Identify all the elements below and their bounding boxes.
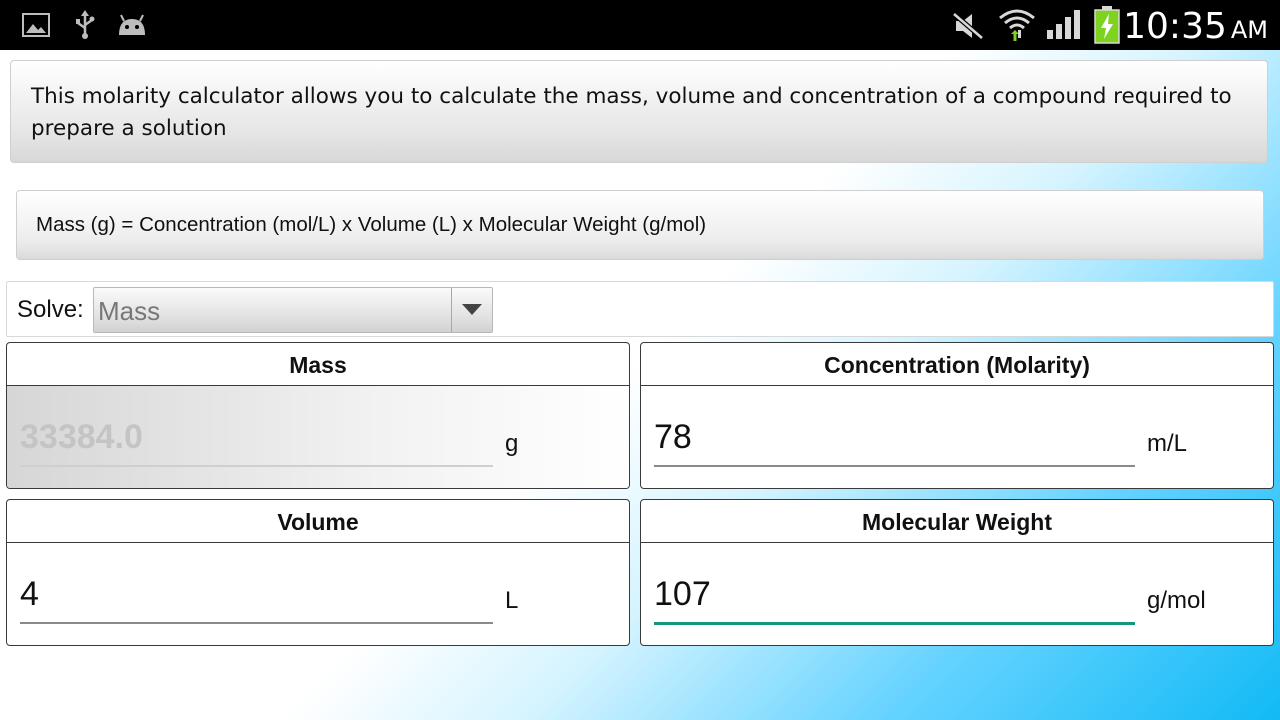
solve-dropdown-value: Mass bbox=[98, 296, 161, 326]
concentration-input-underline bbox=[654, 465, 1135, 467]
mass-title: Mass bbox=[7, 343, 629, 386]
usb-icon bbox=[74, 10, 96, 44]
concentration-title: Concentration (Molarity) bbox=[641, 343, 1273, 386]
gallery-icon bbox=[22, 13, 50, 41]
mass-unit: g bbox=[505, 430, 519, 457]
molecular-weight-input-underline bbox=[654, 622, 1135, 625]
concentration-panel: Concentration (Molarity) 78 m/L bbox=[640, 342, 1274, 489]
mute-icon bbox=[952, 10, 986, 46]
volume-panel: Volume 4 L bbox=[6, 499, 630, 646]
solve-row: Solve: Mass bbox=[6, 281, 1274, 337]
battery-charging-icon bbox=[1094, 6, 1120, 48]
mass-input[interactable]: 33384.0 bbox=[20, 418, 143, 457]
android-debug-icon bbox=[116, 13, 148, 41]
clock: 10:35 AM bbox=[1123, 6, 1268, 47]
mass-input-underline bbox=[20, 465, 493, 467]
formula-card: Mass (g) = Concentration (mol/L) x Volum… bbox=[16, 190, 1264, 260]
clock-ampm: AM bbox=[1230, 16, 1268, 44]
solve-label: Solve: bbox=[17, 296, 84, 323]
solve-dropdown[interactable]: Mass bbox=[93, 287, 493, 333]
mass-panel: Mass 33384.0 g bbox=[6, 342, 630, 489]
volume-unit: L bbox=[505, 587, 519, 614]
description-text: This molarity calculator allows you to c… bbox=[31, 84, 1232, 141]
molecular-weight-body: 107 g/mol bbox=[641, 543, 1273, 645]
molecular-weight-title: Molecular Weight bbox=[641, 500, 1273, 543]
status-bar: 10:35 AM bbox=[0, 0, 1280, 50]
concentration-input[interactable]: 78 bbox=[654, 418, 692, 457]
mass-body: 33384.0 g bbox=[7, 386, 629, 488]
molecular-weight-unit: g/mol bbox=[1147, 587, 1206, 614]
volume-body: 4 L bbox=[7, 543, 629, 645]
description-card: This molarity calculator allows you to c… bbox=[10, 60, 1268, 163]
concentration-body: 78 m/L bbox=[641, 386, 1273, 488]
chevron-down-icon bbox=[462, 304, 482, 315]
molecular-weight-input[interactable]: 107 bbox=[654, 575, 711, 614]
volume-input[interactable]: 4 bbox=[20, 575, 39, 614]
volume-title: Volume bbox=[7, 500, 629, 543]
molecular-weight-panel: Molecular Weight 107 g/mol bbox=[640, 499, 1274, 646]
concentration-unit: m/L bbox=[1147, 430, 1188, 457]
clock-time: 10:35 bbox=[1123, 6, 1227, 47]
formula-text: Mass (g) = Concentration (mol/L) x Volum… bbox=[36, 213, 707, 236]
dropdown-arrow-button[interactable] bbox=[451, 288, 492, 332]
volume-input-underline bbox=[20, 622, 493, 624]
wifi-icon bbox=[998, 6, 1036, 46]
signal-icon bbox=[1046, 8, 1082, 44]
